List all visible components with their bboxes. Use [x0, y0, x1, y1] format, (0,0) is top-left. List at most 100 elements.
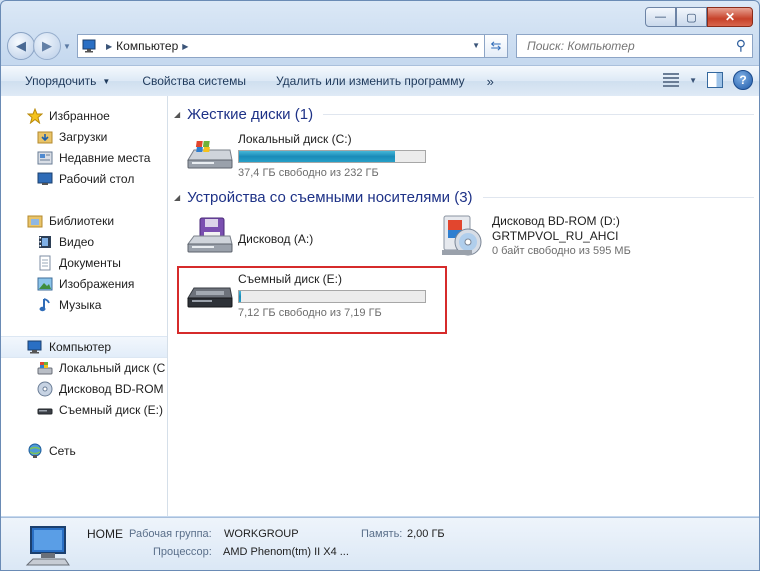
computer-name: HOME	[87, 527, 123, 541]
nav-label: Избранное	[49, 109, 110, 123]
back-button[interactable]: ◀	[7, 32, 35, 60]
nav-label: Библиотеки	[49, 214, 115, 228]
view-dropdown-icon[interactable]: ▼	[689, 76, 697, 85]
drive-bd-rom-d[interactable]: Дисковод BD-ROM (D:) GRTMPVOL_RU_AHCI 0 …	[438, 214, 631, 259]
command-bar: Упорядочить ▼ Свойства системы Удалить ил…	[1, 65, 759, 97]
nav-label: Недавние места	[59, 151, 151, 165]
organize-button[interactable]: Упорядочить ▼	[1, 74, 124, 88]
content-pane: ◢ Жесткие диски (1) Локальный диск (C:) …	[168, 96, 759, 516]
pictures-icon	[37, 277, 53, 291]
chevron-down-icon: ▼	[102, 76, 111, 86]
optical-drive-icon	[37, 381, 53, 397]
explorer-window: — ▢ ✕ ◀ ▶ ▼ ▶ Компьютер ▶ ▼ ⇆ ⚲ Упорядоч…	[0, 0, 760, 571]
arrow-right-icon: ▶	[42, 38, 52, 53]
search-box[interactable]: ⚲	[516, 34, 753, 58]
selection-highlight-box	[177, 266, 447, 334]
search-input[interactable]	[525, 38, 729, 54]
nav-downloads[interactable]: Загрузки	[1, 127, 167, 147]
nav-label: Загрузки	[59, 130, 108, 144]
removable-drive-icon	[37, 408, 53, 415]
address-dropdown-icon[interactable]: ▼	[472, 41, 480, 50]
minimize-button[interactable]: —	[645, 7, 676, 27]
nav-label: Документы	[59, 256, 121, 270]
close-button[interactable]: ✕	[707, 7, 753, 27]
drive-name: Дисковод (A:)	[238, 232, 314, 246]
refresh-button[interactable]: ⇆	[485, 34, 508, 58]
caption-buttons: — ▢ ✕	[645, 7, 753, 27]
drive-local-c[interactable]: Локальный диск (C:) 37,4 ГБ свободно из …	[184, 132, 426, 181]
processor-label: Процессор:	[153, 546, 212, 558]
collapse-triangle-icon[interactable]: ◢	[174, 193, 180, 202]
navigation-pane: Избранное Загрузки Недавние места Рабочи…	[1, 96, 168, 516]
nav-video[interactable]: Видео	[1, 232, 167, 252]
documents-icon	[39, 255, 51, 271]
recent-pages-dropdown[interactable]: ▼	[61, 42, 73, 51]
nav-libraries[interactable]: Библиотеки	[1, 211, 167, 231]
nav-recent-places[interactable]: Недавние места	[1, 148, 167, 168]
system-properties-button[interactable]: Свойства системы	[124, 74, 260, 88]
more-commands-button[interactable]: »	[479, 74, 502, 89]
memory-value: 2,00 ГБ	[407, 528, 445, 540]
address-bar[interactable]: ▶ Компьютер ▶ ▼	[77, 34, 485, 58]
preview-pane-icon[interactable]	[707, 72, 723, 88]
search-icon[interactable]: ⚲	[736, 37, 746, 54]
drive-free-space: 37,4 ГБ свободно из 232 ГБ	[238, 167, 379, 179]
details-pane: HOME Рабочая группа: WORKGROUP Память: 2…	[1, 517, 759, 570]
nav-favorites[interactable]: Избранное	[1, 106, 167, 126]
change-view-icon[interactable]	[663, 73, 680, 87]
workgroup-value: WORKGROUP	[224, 528, 299, 540]
drive-text: Дисковод BD-ROM (D:) GRTMPVOL_RU_AHCI 0 …	[492, 214, 631, 259]
processor-value: AMD Phenom(tm) II X4 ...	[223, 546, 349, 558]
forward-button[interactable]: ▶	[33, 32, 61, 60]
help-icon[interactable]: ?	[733, 70, 753, 90]
computer-icon	[25, 526, 70, 566]
nav-desktop[interactable]: Рабочий стол	[1, 169, 167, 189]
nav-network[interactable]: Сеть	[1, 441, 167, 461]
nav-removable-e[interactable]: Съемный диск (E:)	[1, 400, 167, 420]
nav-local-disk-c[interactable]: Локальный диск (C	[1, 358, 167, 378]
maximize-button[interactable]: ▢	[676, 7, 707, 27]
drive-free-space: 0 байт свободно из 595 МБ	[492, 245, 631, 257]
star-icon	[27, 108, 43, 124]
hard-drive-icon	[187, 141, 233, 169]
nav-music[interactable]: Музыка	[1, 295, 167, 315]
nav-computer[interactable]: Компьютер	[1, 336, 167, 358]
music-note-icon	[39, 298, 50, 312]
breadcrumb-separator-icon[interactable]: ▶	[182, 42, 188, 51]
nav-label: Рабочий стол	[59, 172, 135, 186]
nav-pictures[interactable]: Изображения	[1, 274, 167, 294]
nav-documents[interactable]: Документы	[1, 253, 167, 273]
navigation-bar: ◀ ▶ ▼ ▶ Компьютер ▶ ▼ ⇆ ⚲	[7, 32, 753, 60]
breadcrumb-computer[interactable]: Компьютер	[116, 39, 178, 53]
floppy-drive-icon	[187, 217, 233, 253]
group-removable[interactable]: ◢ Устройства со съемными носителями (3)	[174, 189, 754, 206]
nav-label: Компьютер	[49, 340, 112, 354]
collapse-triangle-icon[interactable]: ◢	[174, 110, 180, 119]
hard-drive-icon	[37, 362, 53, 375]
nav-label: Съемный диск (E:)	[59, 403, 163, 417]
breadcrumb-separator-icon[interactable]: ▶	[106, 42, 112, 51]
toolbar-right: ▼ ?	[663, 70, 753, 90]
recent-places-icon	[37, 151, 53, 165]
memory-label: Память:	[361, 528, 403, 540]
network-icon	[28, 443, 42, 458]
nav-bd-rom[interactable]: Дисковод BD-ROM	[1, 379, 167, 399]
group-divider	[323, 114, 754, 115]
group-title: Устройства со съемными носителями (3)	[187, 189, 473, 206]
group-hard-disks[interactable]: ◢ Жесткие диски (1)	[174, 106, 754, 123]
drive-text: Дисковод (A:)	[238, 216, 313, 260]
group-divider	[482, 197, 754, 198]
more-label: »	[486, 73, 494, 89]
nav-label: Изображения	[59, 277, 135, 291]
computer-icon	[82, 39, 96, 53]
uninstall-label: Удалить или изменить программу	[275, 74, 465, 88]
workgroup-label: Рабочая группа:	[129, 528, 212, 540]
group-title: Жесткие диски (1)	[187, 106, 314, 123]
system-properties-label: Свойства системы	[142, 74, 246, 88]
uninstall-program-button[interactable]: Удалить или изменить программу	[260, 74, 479, 88]
nav-label: Музыка	[59, 298, 102, 312]
libraries-icon	[27, 215, 43, 228]
drive-floppy-a[interactable]: Дисковод (A:)	[184, 216, 313, 260]
nav-label: Локальный диск (C	[59, 361, 166, 375]
usage-bar	[238, 150, 426, 163]
